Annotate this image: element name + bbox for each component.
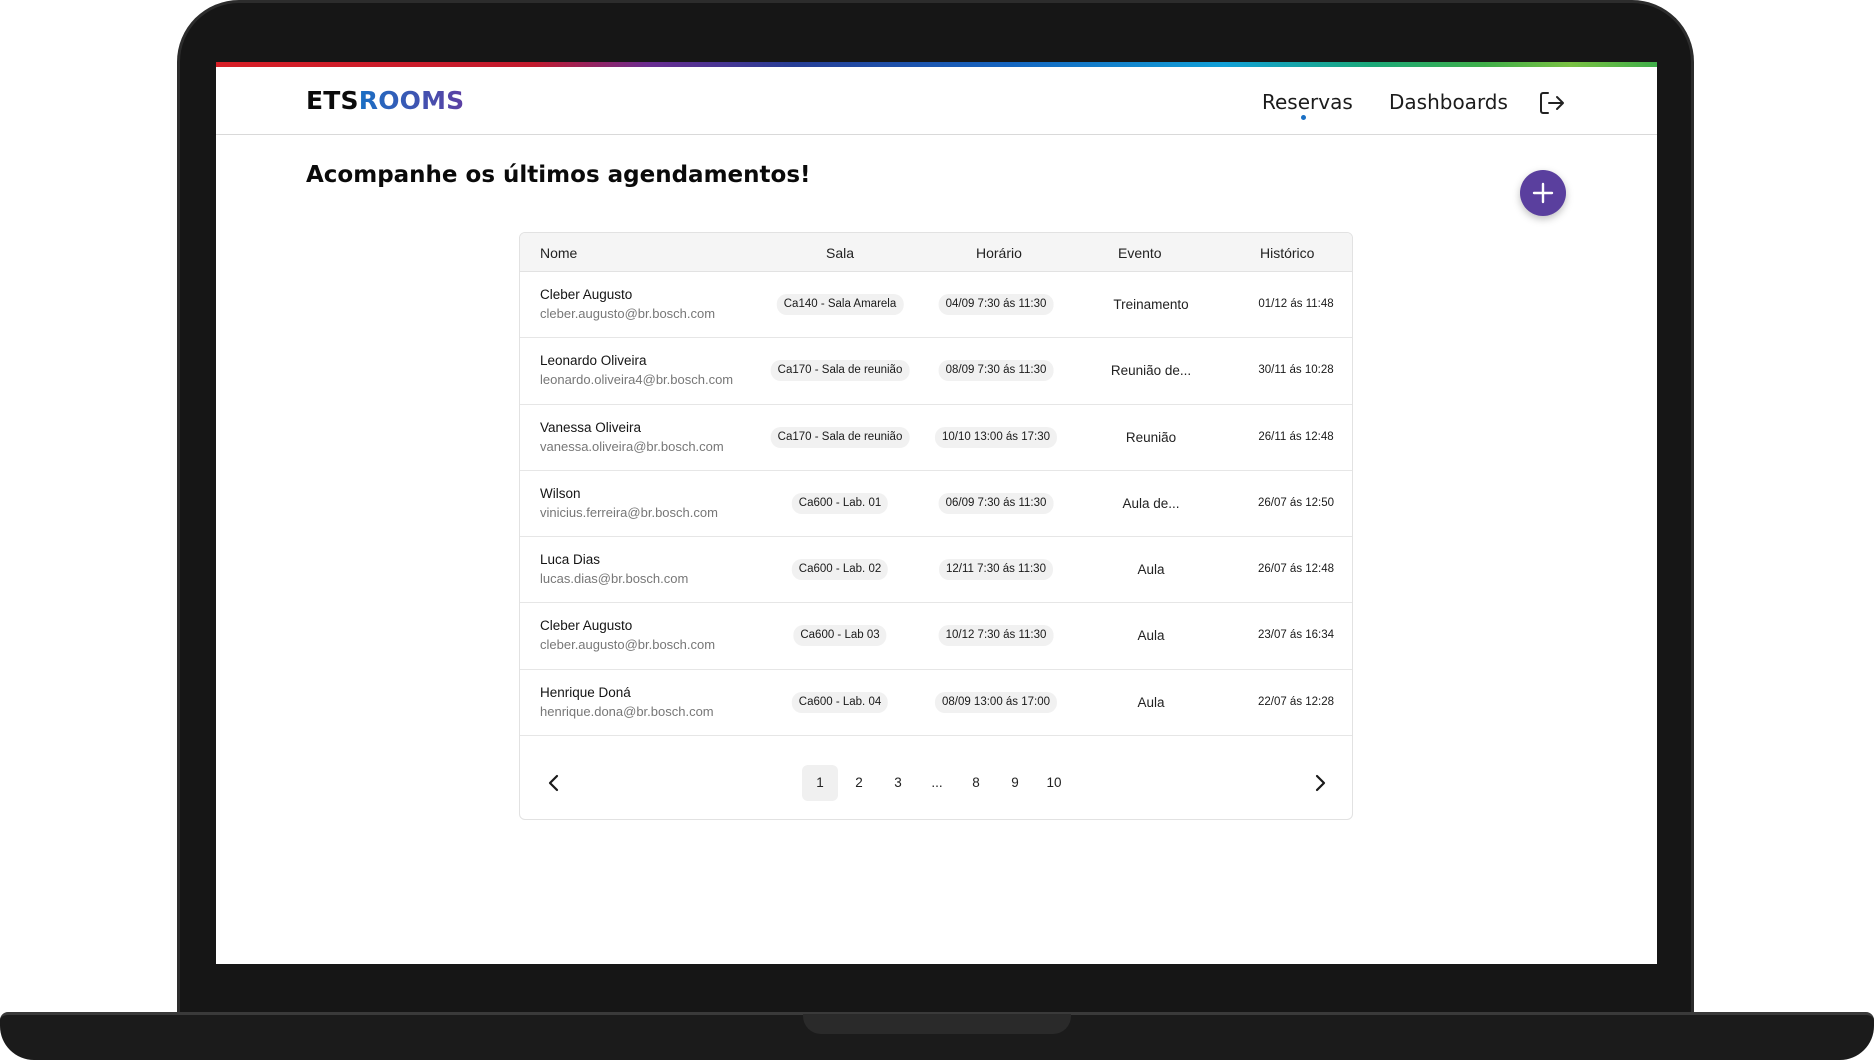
history-timestamp: 26/11 ás 12:48 (1258, 430, 1334, 443)
page-button[interactable]: 2 (841, 765, 877, 801)
room-badge: Ca140 - Sala Amarela (776, 294, 904, 315)
table-row[interactable]: Vanessa Oliveira vanessa.oliveira@br.bos… (520, 405, 1352, 471)
page-title: Acompanhe os últimos agendamentos! (306, 162, 811, 188)
booking-email: henrique.dona@br.bosch.com (540, 703, 714, 719)
app-screen: ETSROOMS Reservas Dashboards Acompanhe o… (216, 62, 1657, 964)
time-badge: 08/09 7:30 ás 11:30 (938, 360, 1054, 382)
table-header: Nome Sala Horário Evento Histórico (520, 233, 1352, 272)
event-name: Aula (1137, 694, 1165, 710)
time-badge: 06/09 7:30 ás 11:30 (938, 492, 1054, 514)
time-badge: 10/12 7:30 ás 11:30 (938, 625, 1054, 647)
page-ellipsis: ... (931, 775, 943, 790)
room-badge: Ca600 - Lab. 02 (791, 559, 889, 581)
event-name: Aula (1137, 628, 1165, 644)
room-badge: Ca170 - Sala de reunião (770, 426, 910, 448)
history-timestamp: 01/12 ás 11:48 (1258, 298, 1334, 310)
event-name: Reunião (1125, 429, 1177, 445)
column-header-horario[interactable]: Horário (976, 245, 1022, 261)
time-badge: 12/11 7:30 ás 11:30 (939, 559, 1053, 581)
table-body: Cleber Augusto cleber.augusto@br.bosch.c… (520, 272, 1352, 737)
column-header-historico[interactable]: Histórico (1260, 245, 1314, 261)
table-row[interactable]: Wilson vinicius.ferreira@br.bosch.com Ca… (520, 471, 1352, 538)
booking-name: Luca Dias (540, 552, 601, 568)
time-badge: 10/10 13:00 ás 17:30 (934, 426, 1058, 448)
logout-icon[interactable] (1537, 89, 1565, 117)
bookings-table: Nome Sala Horário Evento Histórico Clebe… (519, 232, 1353, 820)
chevron-right-icon[interactable] (1310, 773, 1330, 793)
nav-dashboards[interactable]: Dashboards (1389, 90, 1508, 114)
booking-email: lucas.dias@br.bosch.com (540, 571, 689, 587)
plus-icon (1532, 182, 1554, 204)
table-row[interactable]: Leonardo Oliveira leonardo.oliveira4@br.… (520, 338, 1352, 405)
event-name: Reunião de... (1110, 363, 1192, 379)
history-timestamp: 26/07 ás 12:48 (1257, 563, 1335, 576)
room-badge: Ca600 - Lab. 04 (791, 691, 889, 713)
booking-email: cleber.augusto@br.bosch.com (540, 306, 716, 321)
app-logo[interactable]: ETSROOMS (306, 86, 464, 115)
laptop-notch (803, 1014, 1071, 1034)
room-badge: Ca600 - Lab. 01 (791, 492, 889, 514)
nav-reservas[interactable]: Reservas (1262, 90, 1353, 114)
room-badge: Ca600 - Lab 03 (793, 625, 887, 647)
active-nav-indicator (1301, 115, 1306, 120)
page-button[interactable]: 1 (802, 765, 838, 801)
add-booking-button[interactable] (1520, 170, 1566, 216)
history-timestamp: 26/07 ás 12:50 (1257, 496, 1335, 509)
column-header-nome[interactable]: Nome (540, 245, 577, 261)
event-name: Aula (1137, 562, 1165, 578)
column-header-sala[interactable]: Sala (826, 245, 854, 261)
column-header-evento[interactable]: Evento (1118, 245, 1162, 261)
time-badge: 04/09 7:30 ás 11:30 (938, 294, 1054, 315)
page-button[interactable]: 10 (1036, 765, 1072, 801)
booking-name: Leonardo Oliveira (540, 353, 647, 369)
history-timestamp: 30/11 ás 10:28 (1258, 364, 1334, 377)
event-name: Aula de... (1122, 495, 1180, 511)
page-button[interactable]: 8 (958, 765, 994, 801)
booking-email: vinicius.ferreira@br.bosch.com (540, 504, 718, 520)
booking-name: Wilson (540, 485, 581, 501)
logo-part-rooms: ROOMS (358, 86, 465, 115)
table-row[interactable]: Cleber Augusto cleber.augusto@br.bosch.c… (520, 603, 1352, 670)
room-badge: Ca170 - Sala de reunião (770, 360, 910, 382)
booking-email: vanessa.oliveira@br.bosch.com (540, 438, 724, 454)
table-row[interactable]: Henrique Doná henrique.dona@br.bosch.com… (520, 670, 1352, 737)
time-badge: 08/09 13:00 ás 17:00 (934, 691, 1058, 713)
page-button[interactable]: 3 (880, 765, 916, 801)
pagination: 1 2 3 ... 8 9 10 (520, 763, 1352, 803)
booking-name: Cleber Augusto (540, 287, 633, 302)
logo-part-ets: ETS (306, 86, 359, 115)
booking-email: cleber.augusto@br.bosch.com (540, 637, 716, 653)
table-row[interactable]: Cleber Augusto cleber.augusto@br.bosch.c… (520, 272, 1352, 339)
event-name: Treinamento (1113, 297, 1189, 312)
history-timestamp: 22/07 ás 12:28 (1257, 695, 1335, 708)
booking-name: Vanessa Oliveira (540, 419, 642, 435)
app-header: ETSROOMS Reservas Dashboards (216, 67, 1657, 135)
chevron-left-icon[interactable] (544, 773, 564, 793)
booking-email: leonardo.oliveira4@br.bosch.com (540, 372, 734, 388)
history-timestamp: 23/07 ás 16:34 (1257, 629, 1335, 642)
booking-name: Cleber Augusto (540, 618, 633, 634)
page-button[interactable]: 9 (997, 765, 1033, 801)
booking-name: Henrique Doná (540, 684, 631, 700)
table-row[interactable]: Luca Dias lucas.dias@br.bosch.com Ca600 … (520, 537, 1352, 604)
